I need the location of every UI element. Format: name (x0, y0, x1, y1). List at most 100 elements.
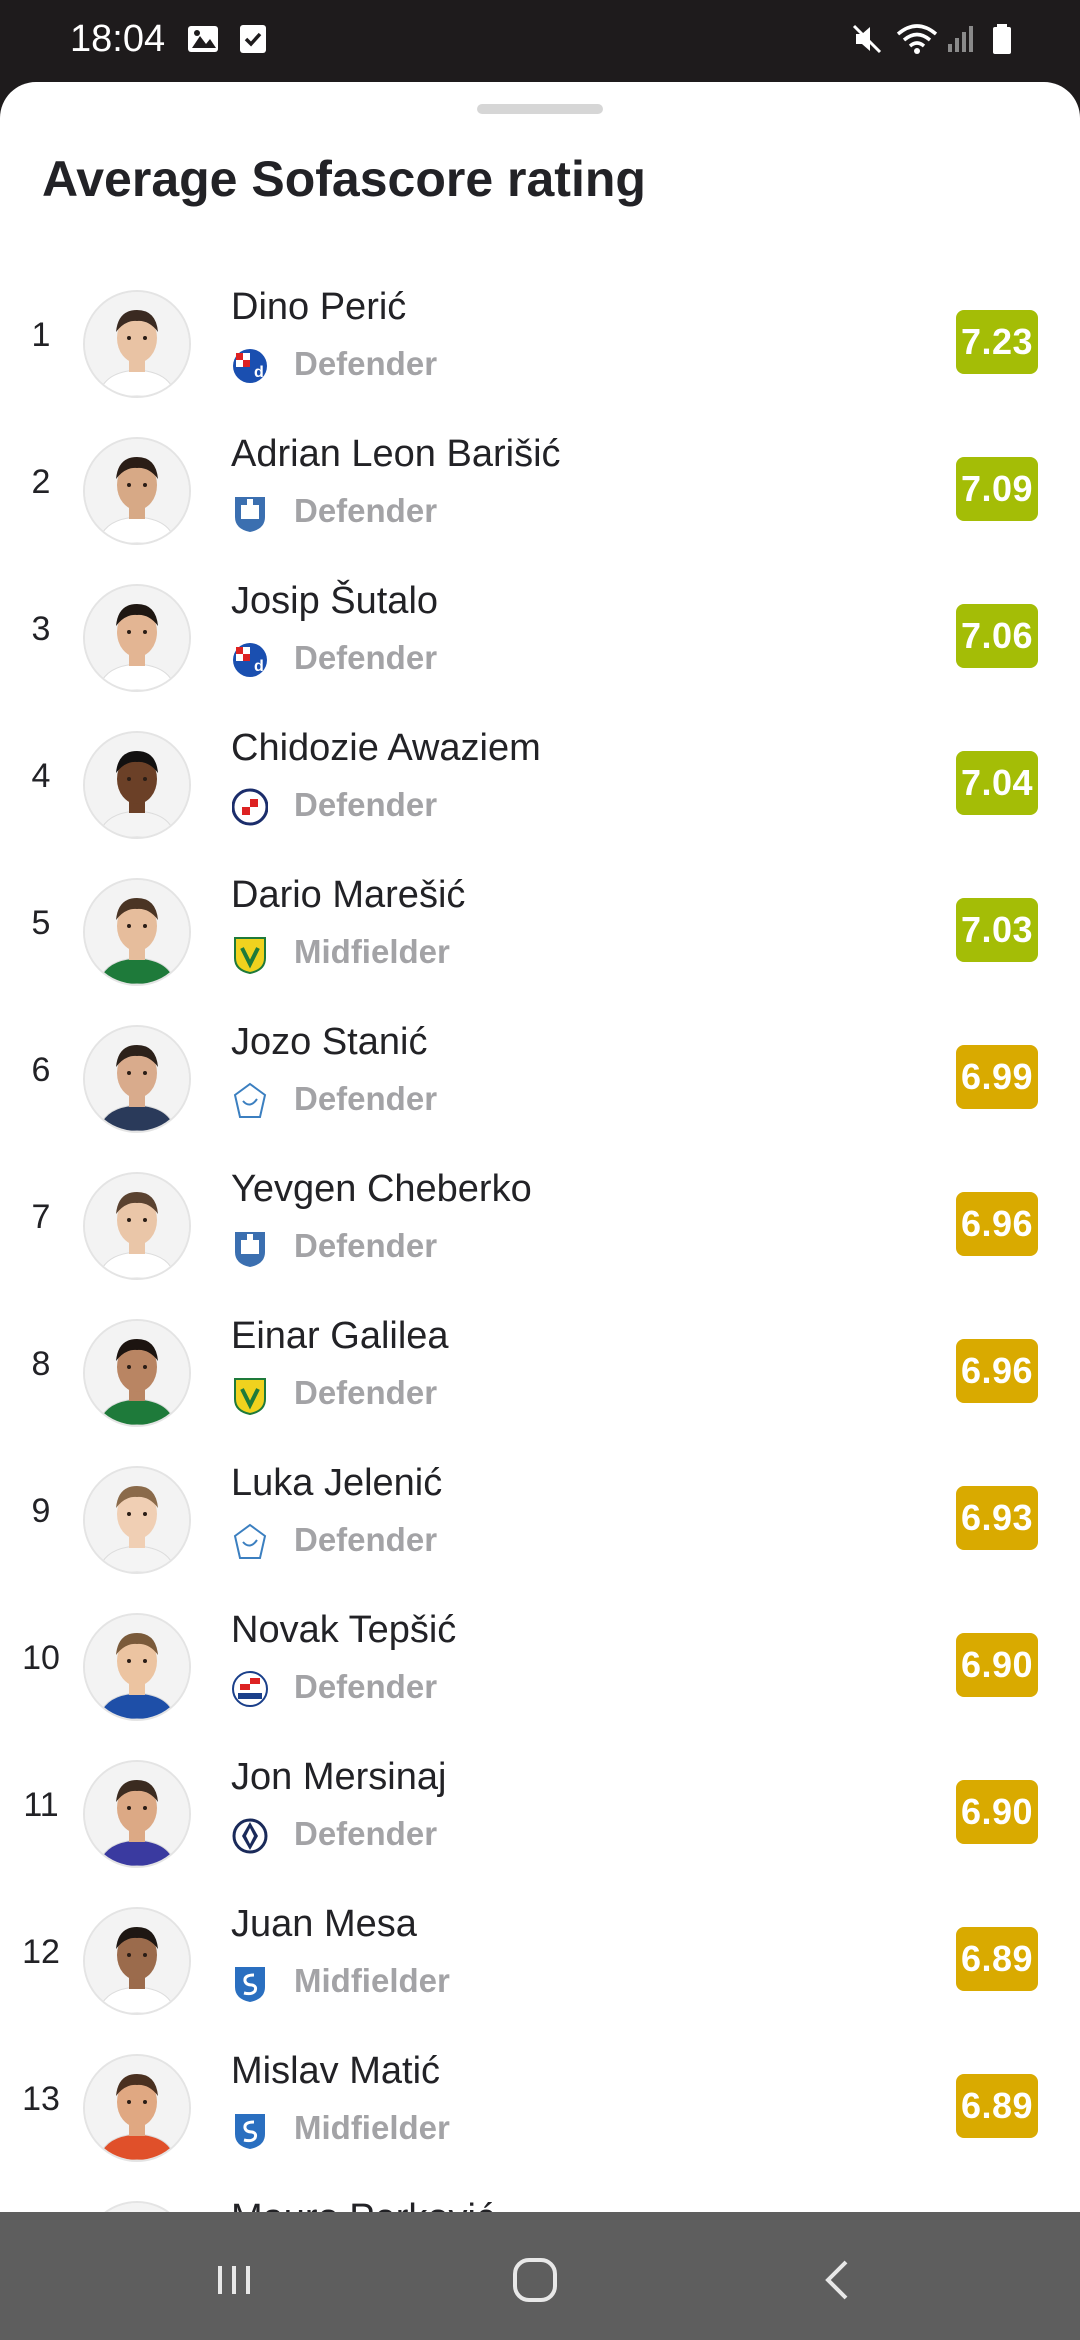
player-position: Defender (294, 1227, 438, 1264)
rating-badge: 6.89 (956, 2074, 1038, 2138)
recent-apps-icon[interactable] (204, 2250, 264, 2310)
player-avatar (83, 1172, 191, 1280)
player-row[interactable]: 6 Jozo Stanić Defender 6.99 (0, 1003, 1080, 1150)
player-avatar (83, 1907, 191, 2015)
rating-badge: 6.96 (956, 1192, 1038, 1256)
signal-icon (948, 26, 973, 52)
team-logo-icon (232, 1963, 268, 2003)
system-nav-bar (0, 2212, 1080, 2340)
sheet-drag-handle[interactable] (477, 104, 603, 114)
rating-badge: 7.23 (956, 310, 1038, 374)
team-logo-icon: d (232, 346, 268, 386)
team-logo-icon (232, 1081, 268, 1121)
player-rank: 2 (31, 463, 51, 501)
player-avatar (83, 1466, 191, 1574)
rating-badge: 6.89 (956, 1927, 1038, 1991)
player-name: Dino Perić (231, 286, 407, 328)
home-icon[interactable] (505, 2250, 565, 2310)
team-logo-icon (232, 1375, 268, 1415)
player-name: Luka Jelenić (231, 1462, 443, 1504)
player-position: Midfielder (294, 2109, 450, 2146)
team-logo-icon (232, 1228, 268, 1268)
player-avatar (83, 1025, 191, 1133)
team-logo-icon (232, 1669, 268, 1709)
team-logo-icon (232, 1816, 268, 1856)
player-avatar (83, 2201, 191, 2212)
team-logo-icon (232, 787, 268, 827)
player-position: Defender (294, 639, 438, 676)
player-row[interactable]: 2 Adrian Leon Barišić Defender 7.09 (0, 415, 1080, 562)
player-avatar (83, 584, 191, 692)
player-row[interactable]: 1 Dino Perić d Defender 7.23 (0, 268, 1080, 415)
player-name: Juan Mesa (231, 1903, 417, 1945)
player-rank: 4 (31, 757, 51, 795)
player-list[interactable]: 1 Dino Perić d Defender 7.23 2 Adrian Le… (0, 268, 1080, 2212)
checkbox-icon (240, 25, 266, 53)
player-row[interactable]: 13 Mislav Matić Midfielder 6.89 (0, 2032, 1080, 2179)
player-rank: 8 (31, 1345, 51, 1383)
svg-text:d: d (254, 658, 264, 675)
player-rank: 1 (31, 316, 51, 354)
player-rank: 7 (31, 1198, 51, 1236)
rating-badge: 7.03 (956, 898, 1038, 962)
player-name: Mislav Matić (231, 2050, 441, 2092)
player-name: Adrian Leon Barišić (231, 433, 561, 475)
player-rank: 12 (22, 1933, 60, 1971)
player-row[interactable]: 12 Juan Mesa Midfielder 6.89 (0, 1885, 1080, 2032)
rating-badge: 6.90 (956, 1780, 1038, 1844)
player-row[interactable]: 10 Novak Tepšić Defender 6.90 (0, 1591, 1080, 1738)
player-row[interactable]: 8 Einar Galilea Defender 6.96 (0, 1297, 1080, 1444)
player-avatar (83, 878, 191, 986)
player-position: Defender (294, 1521, 438, 1558)
player-position: Defender (294, 1080, 438, 1117)
player-name: Josip Šutalo (231, 580, 439, 622)
player-position: Defender (294, 1815, 438, 1852)
player-rank: 5 (31, 904, 51, 942)
back-icon[interactable] (808, 2250, 868, 2310)
player-rank: 10 (22, 1639, 60, 1677)
player-name: Jon Mersinaj (231, 1756, 447, 1798)
player-row[interactable]: 5 Dario Marešić Midfielder 7.03 (0, 856, 1080, 1003)
rating-bottom-sheet: Average Sofascore rating 1 Dino Perić d … (0, 82, 1080, 2212)
player-position: Defender (294, 345, 438, 382)
sheet-title: Average Sofascore rating (42, 151, 646, 207)
player-name: Dario Marešić (231, 874, 466, 916)
rating-badge: 7.09 (956, 457, 1038, 521)
player-name: Yevgen Cheberko (231, 1168, 532, 1210)
player-row[interactable]: 7 Yevgen Cheberko Defender 6.96 (0, 1150, 1080, 1297)
player-row[interactable]: 14 Mauro Perković (0, 2179, 1080, 2212)
team-logo-icon: d (232, 640, 268, 680)
player-name: Novak Tepšić (231, 1609, 457, 1651)
player-avatar (83, 290, 191, 398)
player-row[interactable]: 9 Luka Jelenić Defender 6.93 (0, 1444, 1080, 1591)
rating-badge: 6.90 (956, 1633, 1038, 1697)
player-row[interactable]: 3 Josip Šutalo d Defender 7.06 (0, 562, 1080, 709)
player-row[interactable]: 4 Chidozie Awaziem Defender 7.04 (0, 709, 1080, 856)
player-avatar (83, 1319, 191, 1427)
player-rank: 6 (31, 1051, 51, 1089)
rating-badge: 6.99 (956, 1045, 1038, 1109)
player-position: Defender (294, 1668, 438, 1705)
mute-icon (852, 24, 882, 54)
image-icon (188, 26, 218, 52)
team-logo-icon (232, 934, 268, 974)
team-logo-icon (232, 1522, 268, 1562)
player-row[interactable]: 11 Jon Mersinaj Defender 6.90 (0, 1738, 1080, 1885)
player-avatar (83, 2054, 191, 2162)
player-name: Einar Galilea (231, 1315, 449, 1357)
player-avatar (83, 731, 191, 839)
rating-badge: 6.96 (956, 1339, 1038, 1403)
player-avatar (83, 1760, 191, 1868)
wifi-icon (896, 24, 938, 54)
rating-badge: 6.93 (956, 1486, 1038, 1550)
player-position: Midfielder (294, 933, 450, 970)
player-position: Defender (294, 492, 438, 529)
player-position: Defender (294, 786, 438, 823)
player-rank: 13 (22, 2080, 60, 2118)
player-name: Jozo Stanić (231, 1021, 428, 1063)
player-rank: 11 (23, 1786, 59, 1824)
svg-text:d: d (254, 364, 264, 381)
battery-icon (993, 24, 1011, 54)
player-position: Midfielder (294, 1962, 450, 1999)
rating-badge: 7.04 (956, 751, 1038, 815)
